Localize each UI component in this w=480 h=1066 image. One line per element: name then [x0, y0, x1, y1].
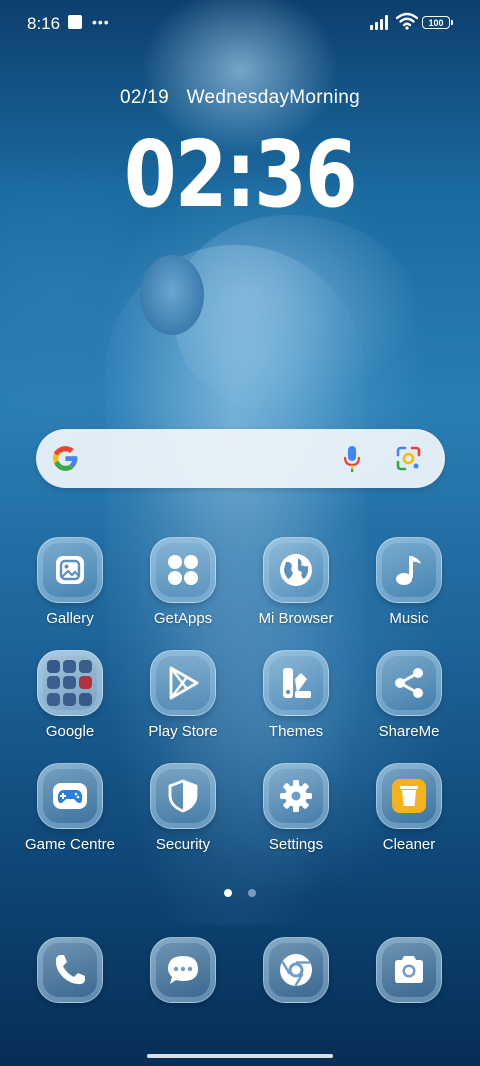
- google-g-icon: [53, 446, 78, 471]
- chrome-tile: [263, 937, 329, 1003]
- app-mi-browser[interactable]: Mi Browser: [246, 537, 346, 627]
- app-settings[interactable]: Settings: [246, 763, 346, 853]
- wifi-icon: [396, 12, 418, 30]
- signal-icon: [370, 15, 390, 30]
- more-notifications-icon: •••: [92, 14, 110, 30]
- wallpaper-hair: [175, 215, 425, 415]
- mi-browser-tile: [263, 537, 329, 603]
- shield-icon: [168, 779, 198, 813]
- app-label: Security: [155, 836, 211, 853]
- app-label: Cleaner: [382, 836, 436, 853]
- dock-messages[interactable]: [133, 937, 233, 1003]
- app-getapps[interactable]: GetApps: [133, 537, 233, 627]
- app-game-centre[interactable]: Game Centre: [20, 763, 120, 853]
- app-shareme[interactable]: ShareMe: [359, 650, 459, 740]
- app-label: Mi Browser: [258, 610, 334, 627]
- trash-icon: [392, 779, 426, 813]
- music-tile: [376, 537, 442, 603]
- dock-phone[interactable]: [20, 937, 120, 1003]
- music-note-icon: [396, 556, 421, 585]
- camera-icon: [395, 956, 423, 983]
- game-centre-tile: [37, 763, 103, 829]
- page-dot-active: [223, 889, 232, 897]
- app-label: Settings: [268, 836, 324, 853]
- lens-icon[interactable]: [396, 446, 421, 471]
- dock-chrome[interactable]: [246, 937, 346, 1003]
- chrome-icon: [280, 954, 312, 987]
- globe-icon: [280, 554, 312, 586]
- app-music[interactable]: Music: [359, 537, 459, 627]
- app-label: Music: [389, 610, 429, 627]
- messages-tile: [150, 937, 216, 1003]
- status-time: 8:16: [27, 14, 61, 33]
- folder-icon: [47, 660, 93, 706]
- mic-icon[interactable]: [342, 445, 362, 473]
- app-themes[interactable]: Themes: [246, 650, 346, 740]
- google-search-bar[interactable]: [36, 429, 445, 488]
- app-security[interactable]: Security: [133, 763, 233, 853]
- home-gesture-bar[interactable]: [147, 1054, 333, 1058]
- app-label: Themes: [268, 723, 324, 740]
- settings-tile: [263, 763, 329, 829]
- share-icon: [395, 668, 423, 698]
- messages-icon: [168, 956, 198, 984]
- gallery-tile: [37, 537, 103, 603]
- page-indicator: [0, 884, 480, 902]
- app-label: Play Store: [148, 723, 218, 740]
- page-dot: [248, 889, 257, 897]
- app-gallery[interactable]: Gallery: [20, 537, 120, 627]
- app-label: ShareMe: [378, 723, 440, 740]
- notification-square-icon: [68, 15, 82, 29]
- app-label: Gallery: [46, 610, 94, 627]
- status-bar: 8:16 ••• 100: [0, 0, 480, 46]
- app-label: GetApps: [153, 610, 213, 627]
- themes-tile: [263, 650, 329, 716]
- play-store-tile: [150, 650, 216, 716]
- clock-widget[interactable]: 02:36: [43, 120, 437, 230]
- wallpaper-head: [140, 255, 204, 335]
- getapps-icon: [168, 555, 198, 585]
- date-text: 02/19: [119, 87, 169, 108]
- gallery-icon: [56, 556, 84, 584]
- getapps-tile: [150, 537, 216, 603]
- dock-camera[interactable]: [359, 937, 459, 1003]
- folder-google[interactable]: Google: [20, 650, 120, 740]
- battery-indicator: 100: [422, 16, 453, 29]
- camera-tile: [376, 937, 442, 1003]
- gamepad-icon: [53, 783, 87, 809]
- app-play-store[interactable]: Play Store: [133, 650, 233, 740]
- day-period-text: WednesdayMorning: [186, 87, 361, 108]
- cleaner-tile: [376, 763, 442, 829]
- shareme-tile: [376, 650, 442, 716]
- phone-icon: [55, 955, 85, 985]
- app-cleaner[interactable]: Cleaner: [359, 763, 459, 853]
- app-label: Game Centre: [24, 836, 116, 853]
- google-folder-tile: [37, 650, 103, 716]
- app-label: Google: [45, 723, 95, 740]
- play-store-icon: [169, 666, 199, 700]
- date-line: 02/19 WednesdayMorning: [0, 87, 480, 109]
- themes-icon: [283, 668, 311, 698]
- phone-tile: [37, 937, 103, 1003]
- gear-icon: [280, 780, 312, 812]
- security-tile: [150, 763, 216, 829]
